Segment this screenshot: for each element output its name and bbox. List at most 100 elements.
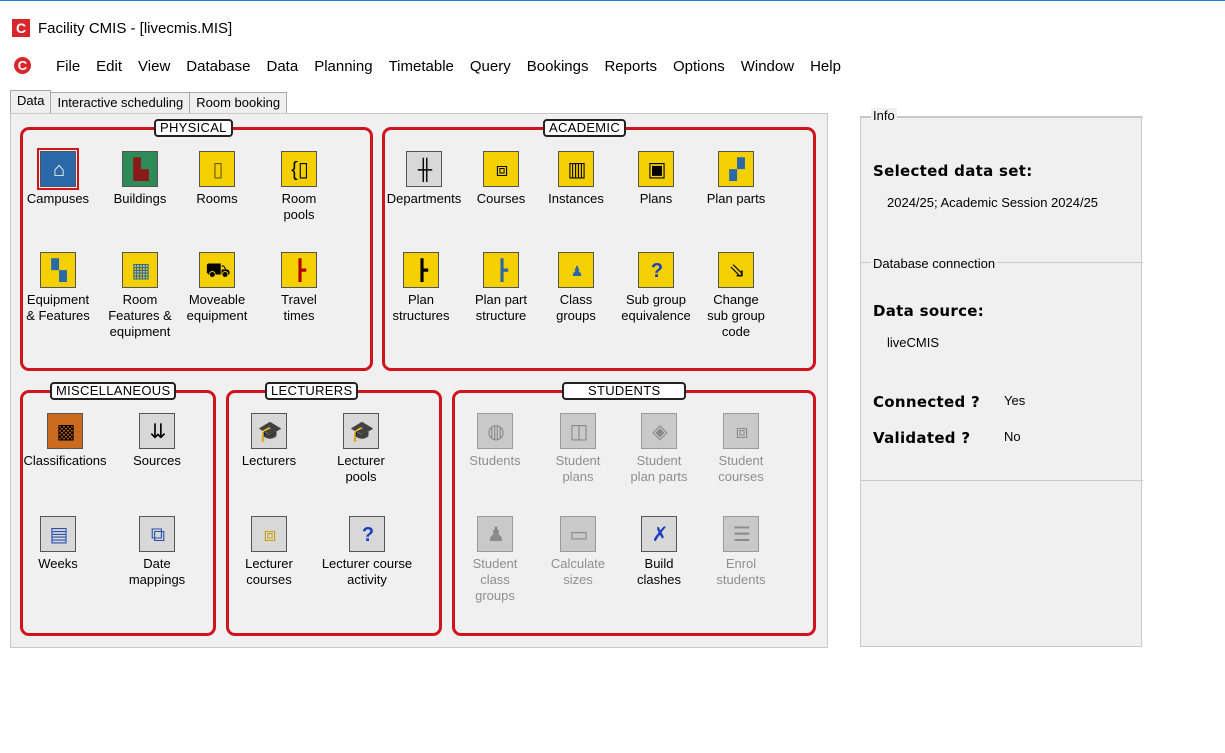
moveable-equipment-item[interactable]: ⛟ Moveable equipment bbox=[175, 252, 259, 324]
plan-parts-icon[interactable]: ▞ bbox=[718, 151, 754, 187]
rooms-item[interactable]: ▯ Rooms bbox=[175, 151, 259, 207]
classifications-icon[interactable]: ▩ bbox=[47, 413, 83, 449]
building-icon[interactable]: ▙ bbox=[122, 151, 158, 187]
room-pools-icon[interactable]: {▯ bbox=[281, 151, 317, 187]
sub-group-equivalence-item[interactable]: ? Sub group equivalence bbox=[614, 252, 698, 324]
student-plans-item: ◫ Student plans bbox=[536, 413, 620, 485]
change-sub-group-item[interactable]: ⇘ Change sub group code bbox=[694, 252, 778, 340]
lecturer-course-activity-item[interactable]: ? Lecturer course activity bbox=[307, 516, 427, 588]
plan-part-structure-item[interactable]: ┣ Plan part structure bbox=[459, 252, 543, 324]
plan-parts-item[interactable]: ▞ Plan parts bbox=[694, 151, 778, 207]
sub-group-question-icon[interactable]: ? bbox=[638, 252, 674, 288]
lecturer-activity-question-icon[interactable]: ? bbox=[349, 516, 385, 552]
lecturer-courses-icon[interactable]: ⧈ bbox=[251, 516, 287, 552]
courses-cube-icon[interactable]: ⧈ bbox=[483, 151, 519, 187]
plan-structures-icon[interactable]: ┣ bbox=[403, 252, 439, 288]
tab-interactive-scheduling[interactable]: Interactive scheduling bbox=[50, 92, 191, 114]
menu-bookings[interactable]: Bookings bbox=[519, 57, 597, 77]
plan-part-structure-icon[interactable]: ┣ bbox=[483, 252, 519, 288]
student-class-groups-item: ♟ Student class groups bbox=[453, 516, 537, 604]
travel-times-icon[interactable]: ┣ bbox=[281, 252, 317, 288]
room-pools-item[interactable]: {▯ Room pools bbox=[257, 151, 341, 223]
trolley-icon[interactable]: ⛟ bbox=[199, 252, 235, 288]
window-title: Facility CMIS - [livecmis.MIS] bbox=[38, 20, 233, 37]
instances-item[interactable]: ▥ Instances bbox=[534, 151, 618, 207]
sources-item[interactable]: ⇊ Sources bbox=[115, 413, 199, 469]
room-features-icon[interactable]: ▦ bbox=[122, 252, 158, 288]
equipment-features-item[interactable]: ▚ Equipment & Features bbox=[16, 252, 100, 324]
instances-icon[interactable]: ▥ bbox=[558, 151, 594, 187]
menu-reports[interactable]: Reports bbox=[596, 57, 665, 77]
info-panel: Info Selected data set: 2024/25; Academi… bbox=[860, 108, 1143, 647]
student-courses-item: ⧈ Student courses bbox=[699, 413, 783, 485]
lecturers-item[interactable]: 🎓 Lecturers bbox=[227, 413, 311, 469]
courses-label: Courses bbox=[476, 191, 526, 206]
door-icon[interactable]: ▯ bbox=[199, 151, 235, 187]
lecturer-icon[interactable]: 🎓 bbox=[251, 413, 287, 449]
menu-help[interactable]: Help bbox=[802, 57, 849, 77]
class-groups-icon[interactable]: ♟ bbox=[558, 252, 594, 288]
group-academic: ACADEMIC ╫ Departments ⧈ Courses ▥ Insta… bbox=[379, 119, 816, 371]
lecturer-pools-icon[interactable]: 🎓 bbox=[343, 413, 379, 449]
departments-icon[interactable]: ╫ bbox=[406, 151, 442, 187]
plans-item[interactable]: ▣ Plans bbox=[614, 151, 698, 207]
sources-icon[interactable]: ⇊ bbox=[139, 413, 175, 449]
menu-edit[interactable]: Edit bbox=[88, 57, 130, 77]
menu-query[interactable]: Query bbox=[462, 57, 519, 77]
buildings-label: Buildings bbox=[113, 191, 167, 206]
plan-structures-item[interactable]: ┣ Plan structures bbox=[379, 252, 463, 324]
courses-item[interactable]: ⧈ Courses bbox=[459, 151, 543, 207]
menu-planning[interactable]: Planning bbox=[306, 57, 380, 77]
departments-item[interactable]: ╫ Departments bbox=[379, 151, 469, 207]
student-plans-label: Student plans bbox=[555, 453, 601, 484]
date-mappings-icon[interactable]: ⧉ bbox=[139, 516, 175, 552]
room-features-item[interactable]: ▦ Room Features & equipment bbox=[98, 252, 182, 340]
classifications-item[interactable]: ▩ Classifications bbox=[16, 413, 114, 469]
plans-icon[interactable]: ▣ bbox=[638, 151, 674, 187]
group-students: STUDENTS ◍ Students ◫ Student plans ◈ Stu… bbox=[452, 382, 816, 636]
calendar-icon[interactable]: ▤ bbox=[40, 516, 76, 552]
sub-group-equivalence-label: Sub group equivalence bbox=[621, 292, 691, 323]
buildings-item[interactable]: ▙ Buildings bbox=[98, 151, 182, 207]
document-menu-icon[interactable]: C bbox=[14, 57, 31, 74]
menu-file[interactable]: File bbox=[48, 57, 88, 77]
calculate-sizes-item: ▭ Calculate sizes bbox=[536, 516, 620, 588]
build-clashes-item[interactable]: ✗ Build clashes bbox=[617, 516, 701, 588]
travel-times-item[interactable]: ┣ Travel times bbox=[257, 252, 341, 324]
change-sub-group-label: Change sub group code bbox=[707, 292, 765, 339]
departments-label: Departments bbox=[386, 191, 462, 206]
menu-window[interactable]: Window bbox=[733, 57, 802, 77]
group-lecturers: LECTURERS 🎓 Lecturers 🎓 Lecturer pools ⧈ … bbox=[226, 382, 442, 636]
menu-database[interactable]: Database bbox=[178, 57, 258, 77]
classifications-label: Classifications bbox=[23, 453, 107, 468]
travel-times-label: Travel times bbox=[281, 292, 317, 323]
students-icon: ◍ bbox=[477, 413, 513, 449]
enrol-students-label: Enrol students bbox=[716, 556, 766, 587]
change-sub-group-icon[interactable]: ⇘ bbox=[718, 252, 754, 288]
tab-room-booking[interactable]: Room booking bbox=[189, 92, 288, 114]
student-courses-label: Student courses bbox=[718, 453, 764, 484]
campuses-item[interactable]: ⌂ Campuses bbox=[16, 148, 100, 207]
campus-icon[interactable]: ⌂ bbox=[37, 148, 79, 190]
work-area: Data Interactive scheduling Room booking… bbox=[0, 83, 1225, 753]
plan-part-structure-label: Plan part structure bbox=[474, 292, 528, 323]
menu-data[interactable]: Data bbox=[259, 57, 307, 77]
student-plans-icon: ◫ bbox=[560, 413, 596, 449]
lecturer-pools-item[interactable]: 🎓 Lecturer pools bbox=[319, 413, 403, 485]
date-mappings-item[interactable]: ⧉ Date mappings bbox=[115, 516, 199, 588]
data-source-heading: Data source: bbox=[873, 302, 985, 320]
selected-data-set-heading: Selected data set: bbox=[873, 162, 1033, 180]
equipment-icon[interactable]: ▚ bbox=[40, 252, 76, 288]
menu-timetable[interactable]: Timetable bbox=[381, 57, 462, 77]
weeks-label: Weeks bbox=[38, 556, 78, 571]
info-bottom-rule bbox=[861, 480, 1143, 481]
lecturer-pools-label: Lecturer pools bbox=[337, 453, 385, 484]
menu-options[interactable]: Options bbox=[665, 57, 733, 77]
lecturer-courses-item[interactable]: ⧈ Lecturer courses bbox=[227, 516, 311, 588]
class-groups-item[interactable]: ♟ Class groups bbox=[534, 252, 618, 324]
weeks-item[interactable]: ▤ Weeks bbox=[16, 516, 100, 572]
tab-data[interactable]: Data bbox=[10, 90, 52, 115]
build-clashes-icon[interactable]: ✗ bbox=[641, 516, 677, 552]
group-academic-title: ACADEMIC bbox=[543, 119, 627, 137]
menu-view[interactable]: View bbox=[130, 57, 178, 77]
